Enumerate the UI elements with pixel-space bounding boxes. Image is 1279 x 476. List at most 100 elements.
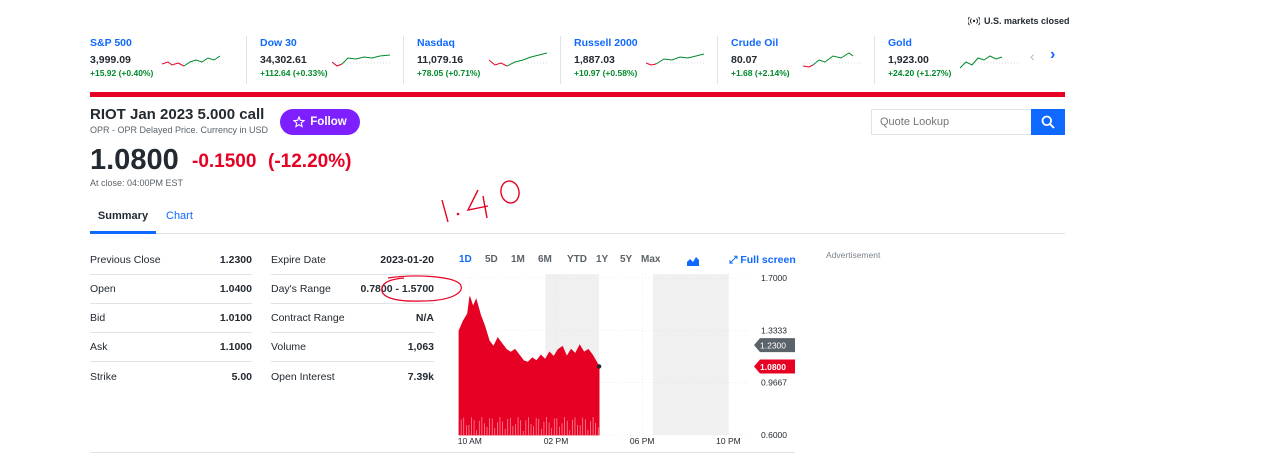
ticker-item[interactable]: Dow 30 34,302.61 +112.64 (+0.33%): [247, 36, 404, 84]
stats-row: Open 1.0400: [90, 275, 252, 304]
ticker-name: Crude Oil: [731, 37, 779, 49]
stats-value: 1.1000: [219, 341, 252, 353]
ticker-name: Gold: [888, 37, 912, 49]
fullscreen-button[interactable]: ⤢ Full screen: [729, 254, 796, 267]
quote-lookup-input[interactable]: [871, 109, 1031, 135]
range-1d[interactable]: 1D: [459, 254, 485, 265]
market-status-text: U.S. markets closed: [984, 16, 1070, 26]
stats-label: Open: [90, 283, 116, 295]
stats-row: Volume 1,063: [271, 333, 434, 362]
close-time-note: At close: 04:00PM EST: [90, 178, 184, 188]
y-tick-label: 0.6000: [761, 430, 787, 440]
stats-row: Strike 5.00: [90, 362, 252, 391]
chevron-right-icon[interactable]: ›: [1050, 46, 1055, 64]
stats-row: Open Interest 7.39k: [271, 362, 434, 391]
day-range-circle-annotation: [381, 275, 462, 302]
range-1y[interactable]: 1Y: [596, 254, 620, 265]
shade-band: [653, 274, 729, 435]
ticker-item[interactable]: Russell 2000 1,887.03 +10.97 (+0.58%): [561, 36, 718, 84]
market-status: U.S. markets closed: [968, 16, 1070, 26]
quote-subtitle: OPR - OPR Delayed Price. Currency in USD: [90, 125, 269, 135]
stats-label: Previous Close: [90, 254, 161, 266]
stats-label: Expire Date: [271, 254, 326, 266]
search-icon: [1041, 115, 1055, 129]
prev-close-label: 1.2300: [760, 341, 786, 351]
ticker-change: +1.68 (+2.14%): [731, 68, 790, 78]
stats-value: 1,063: [407, 341, 434, 353]
stats-label: Day's Range: [271, 283, 331, 295]
ticker-change: +112.64 (+0.33%): [260, 68, 328, 78]
ticker-price: 34,302.61: [260, 54, 307, 66]
expand-icon: ⤢: [729, 254, 738, 266]
stats-label: Ask: [90, 341, 108, 353]
ticker-item[interactable]: S&P 500 3,999.09 +15.92 (+0.40%): [90, 36, 247, 84]
sparkline: [489, 52, 547, 67]
stats-value: 1.2300: [219, 254, 252, 266]
chart-type-icon[interactable]: [687, 256, 699, 266]
stats-table-right: Expire Date 2023-01-20 Day's Range 0.7800 -…: [271, 246, 434, 391]
ticker-name: Russell 2000: [574, 37, 638, 49]
follow-label: Follow: [310, 116, 347, 128]
y-tick-label: 1.3333: [761, 325, 787, 335]
range-selector: 1D 5D 1M 6M YTD 1Y 5Y Max: [459, 254, 671, 265]
x-tick-label: 10 PM: [716, 436, 741, 446]
y-tick-label: 1.7000: [761, 273, 787, 283]
star-icon: [293, 116, 306, 128]
sparkline: [162, 55, 220, 67]
stats-value: 1.0100: [219, 312, 252, 324]
stats-value: 5.00: [231, 370, 252, 383]
range-5y[interactable]: 5Y: [620, 254, 641, 265]
stats-label: Contract Range: [271, 312, 345, 324]
ticker-item[interactable]: Gold 1,923.00 +24.20 (+1.27%): [875, 36, 1032, 84]
sparkline: [646, 53, 704, 66]
sparkline: [332, 54, 390, 67]
ticker-item[interactable]: Crude Oil 80.07 +1.68 (+2.14%): [718, 36, 875, 84]
stats-value: 2023-01-20: [380, 254, 434, 266]
current-price-label: 1.0800: [760, 362, 786, 372]
stats-value: N/A: [415, 312, 434, 324]
ticker-change: +78.05 (+0.71%): [417, 68, 481, 78]
chevron-left-icon[interactable]: ‹: [1030, 48, 1035, 64]
stats-value: 7.39k: [407, 370, 434, 383]
search-button[interactable]: [1031, 109, 1065, 135]
ticker-change: +15.92 (+0.40%): [90, 68, 154, 78]
ticker-price: 80.07: [731, 54, 758, 66]
range-5d[interactable]: 5D: [485, 254, 511, 265]
x-tick-label: 02 PM: [544, 436, 569, 446]
tab-summary[interactable]: Summary: [90, 208, 156, 234]
ticker-price: 11,079.16: [417, 54, 464, 66]
ticker-name: S&P 500: [90, 37, 132, 49]
stats-row: Ask 1.1000: [90, 333, 252, 362]
range-ytd[interactable]: YTD: [567, 254, 596, 265]
stats-label: Volume: [271, 341, 307, 353]
last-price-dot: [596, 364, 602, 369]
tab-chart[interactable]: Chart: [166, 208, 193, 222]
x-tick-label: 06 PM: [630, 436, 655, 446]
current-price: 1.0800: [90, 144, 179, 176]
ticker-strip: S&P 500 3,999.09 +15.92 (+0.40%) Dow 30 34,3…: [90, 36, 1065, 84]
quote-tabs: [90, 200, 1065, 234]
stats-table-left: Previous Close 1.2300 Open 1.0400 Bid 1.0100 A…: [90, 246, 252, 391]
ticker-name: Nasdaq: [417, 37, 455, 49]
price-chart: 1.7000 1.3333 0.9667 0.6000 1.2300 1.0800 10 A…: [458, 273, 795, 446]
fullscreen-label: Full screen: [740, 254, 796, 266]
range-1m[interactable]: 1M: [511, 254, 538, 265]
stats-row: Contract Range N/A: [271, 304, 434, 333]
follow-button[interactable]: Follow: [280, 109, 360, 135]
ticker-price: 3,999.09: [90, 54, 131, 66]
broadcast-icon: [968, 16, 980, 26]
price-change: -0.1500: [192, 151, 257, 172]
ticker-change: +10.97 (+0.58%): [574, 68, 638, 78]
x-tick-label: 10 AM: [458, 436, 482, 446]
stats-row: Previous Close 1.2300: [90, 246, 252, 275]
range-max[interactable]: Max: [641, 254, 671, 265]
ticker-item[interactable]: Nasdaq 11,079.16 +78.05 (+0.71%): [404, 36, 561, 84]
sparkline: [803, 52, 861, 68]
y-tick-label: 0.9667: [761, 378, 787, 388]
stats-value: 1.0400: [219, 283, 252, 295]
range-6m[interactable]: 6M: [538, 254, 567, 265]
ticker-name: Dow 30: [260, 37, 297, 49]
header-divider: [90, 92, 1065, 97]
ticker-price: 1,923.00: [888, 54, 929, 66]
quote-title: RIOT Jan 2023 5.000 call: [90, 106, 265, 123]
